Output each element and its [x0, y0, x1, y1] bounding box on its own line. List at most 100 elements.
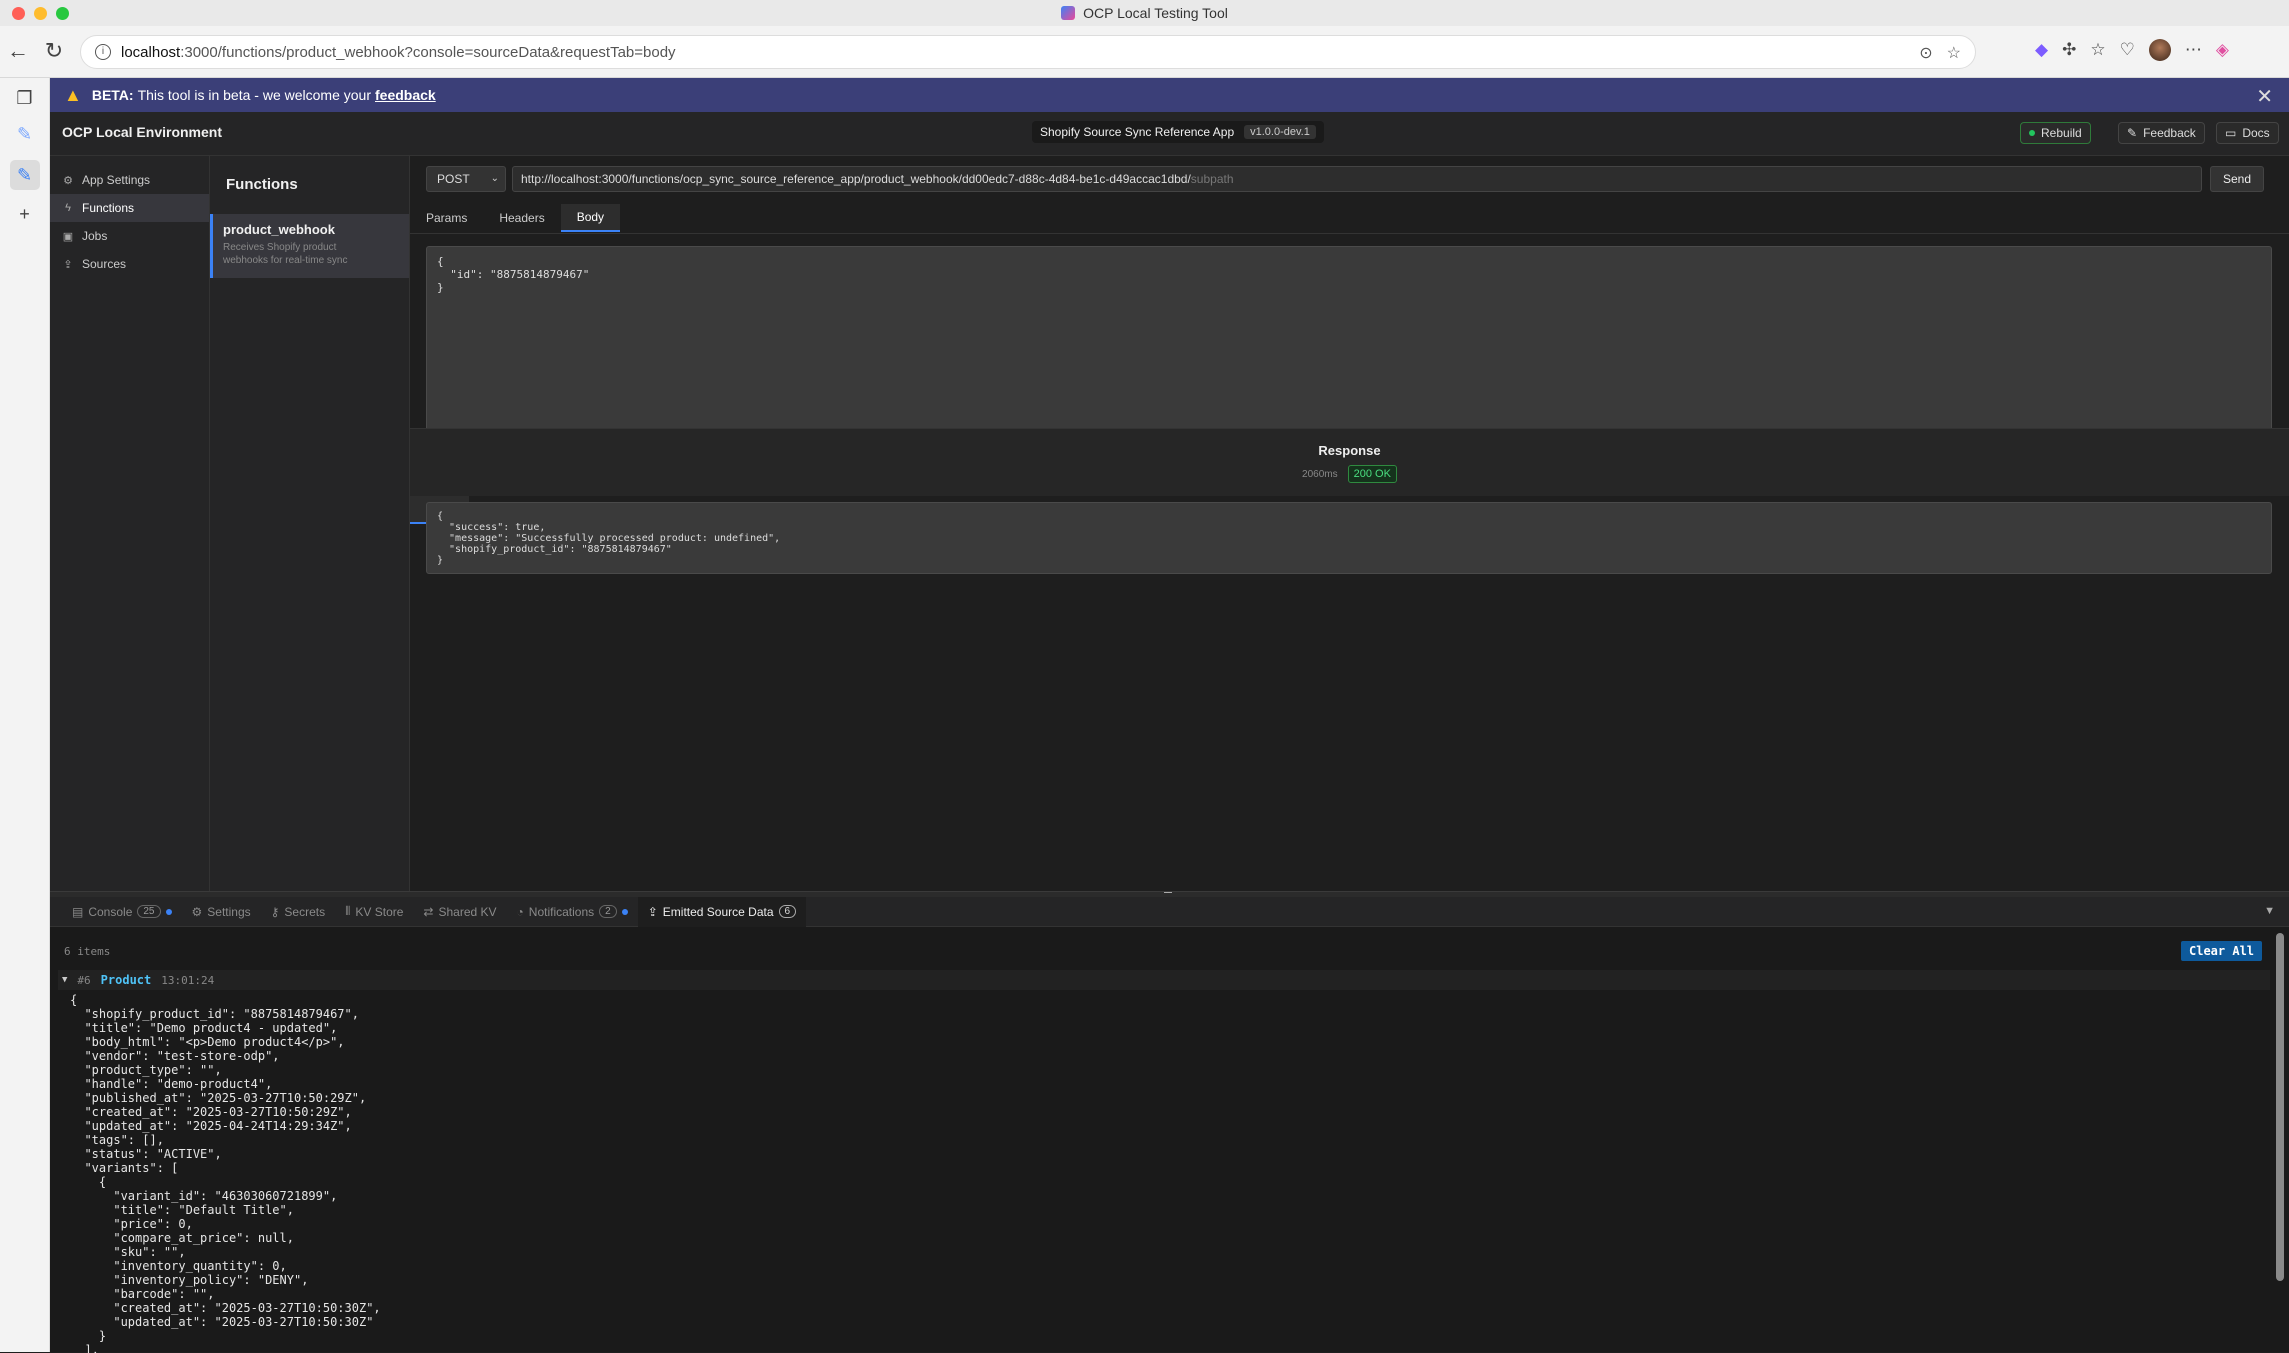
extension-icon[interactable]: ◆ — [2035, 40, 2048, 60]
upload-icon: ⇪ — [63, 258, 73, 271]
close-window-button[interactable] — [12, 7, 25, 20]
database-icon: ⦀ — [345, 904, 351, 918]
emitted-data-panel: 6 items Clear All ▼ #6 Product 13:01:24 … — [50, 927, 2289, 1353]
avatar[interactable] — [2148, 39, 2171, 61]
tab-shared-kv[interactable]: ⇄ Shared KV — [413, 897, 506, 927]
beta-banner: ▲ BETA: This tool is in beta - we welcom… — [50, 78, 2289, 112]
send-button[interactable]: Send — [2210, 166, 2264, 192]
key-icon: ⚷ — [270, 904, 280, 919]
status-dot-icon — [2029, 130, 2035, 136]
active-tab-favicon-icon[interactable]: ✎ — [9, 160, 40, 190]
browser-sidebar: ❐ ✎ ✎ + — [0, 78, 50, 1352]
response-duration: 2060ms — [1302, 468, 1338, 480]
entry-time: 13:01:24 — [161, 973, 215, 987]
sidebar-item-app-settings[interactable]: ⚙ App Settings — [50, 166, 209, 194]
entry-json: { "shopify_product_id": "8875814879467",… — [70, 993, 381, 1353]
functions-panel: Functions product_webhook Receives Shopi… — [210, 156, 410, 891]
entry-header[interactable]: ▼ #6 Product 13:01:24 — [58, 970, 2270, 990]
count-badge: 2 — [599, 905, 617, 918]
chevron-down-icon[interactable]: ▼ — [2264, 905, 2275, 917]
warning-icon: ▲ — [64, 84, 82, 105]
entry-kind: Product — [100, 973, 152, 987]
chevron-down-icon: ⌄ — [490, 173, 499, 184]
items-count: 6 items — [64, 945, 111, 958]
edit-icon: ✎ — [2127, 126, 2138, 140]
tab-notifications[interactable]: ◔ Notifications 2 — [507, 897, 638, 927]
response-summary: Response 2060ms 200 OK — [410, 428, 2289, 496]
copilot-icon[interactable]: ◈ — [2216, 40, 2229, 60]
tab-secrets[interactable]: ⚷ Secrets — [261, 897, 335, 927]
count-badge: 6 — [778, 905, 797, 918]
window-controls — [12, 7, 69, 20]
gear-icon: ⚙ — [63, 174, 73, 187]
tab-favicon-icon[interactable]: ✎ — [14, 124, 36, 146]
minimize-window-button[interactable] — [34, 7, 47, 20]
app-name-badge: Shopify Source Sync Reference App v1.0.0… — [1032, 121, 1324, 143]
address-bar[interactable]: i localhost:3000/functions/product_webho… — [80, 35, 1976, 69]
sidebar-nav: ⚙ App Settings ϟ Functions ▣ Jobs ⇪ Sour… — [50, 156, 210, 891]
version-badge: v1.0.0-dev.1 — [1244, 125, 1316, 139]
book-icon: ▭ — [2225, 126, 2237, 140]
feedback-button[interactable]: ✎ Feedback — [2118, 122, 2205, 144]
extension-icons: ◆ ✣ ☆ ♡ ⋯ ◈ — [2035, 39, 2229, 61]
sidebar-item-sources[interactable]: ⇪ Sources — [50, 250, 209, 278]
more-icon[interactable]: ⋯ — [2185, 40, 2202, 60]
tab-settings-console[interactable]: ⚙ Settings — [182, 897, 261, 927]
tab-console[interactable]: ▤ Console 25 — [62, 897, 182, 927]
tab-emitted-source-data[interactable]: ⇪ Emitted Source Data 6 — [637, 896, 807, 927]
window-titlebar: OCP Local Testing Tool — [0, 0, 2289, 26]
clear-all-button[interactable]: Clear All — [2181, 941, 2263, 961]
sidebar-item-jobs[interactable]: ▣ Jobs — [50, 222, 209, 250]
tab-headers[interactable]: Headers — [483, 204, 560, 232]
scrollbar[interactable] — [2276, 933, 2284, 1281]
favorites-icon[interactable]: ☆ — [2090, 40, 2105, 60]
browser-toolbar: ← ↻ i localhost:3000/functions/product_w… — [0, 26, 2289, 78]
count-badge: 25 — [137, 905, 161, 918]
address-bar-icons: ⊙ ☆ — [1919, 36, 1975, 70]
close-icon[interactable]: ✕ — [2256, 84, 2273, 109]
caret-down-icon[interactable]: ▼ — [62, 975, 67, 985]
rebuild-button[interactable]: Rebuild — [2020, 122, 2091, 144]
bolt-icon: ϟ — [65, 202, 71, 214]
window-title: OCP Local Testing Tool — [1061, 5, 1228, 21]
method-select[interactable]: POST ⌄ — [426, 166, 506, 192]
response-title: Response — [1318, 443, 1381, 458]
function-item-product-webhook[interactable]: product_webhook Receives Shopify product… — [210, 214, 409, 278]
console-tabs: ▤ Console 25 ⚙ Settings ⚷ Secrets ⦀ KV S… — [50, 896, 2289, 927]
unread-dot — [165, 908, 172, 915]
briefcase-icon: ▣ — [62, 230, 74, 243]
app-header: OCP Local Environment Shopify Source Syn… — [50, 112, 2289, 156]
response-body: { "success": true, "message": "Successfu… — [426, 502, 2272, 574]
tabs-icon[interactable]: ❐ — [14, 88, 36, 110]
request-tabs: Params Headers Body — [410, 204, 621, 232]
gear-icon: ⚙ — [191, 904, 203, 919]
upload-icon: ⇪ — [647, 904, 658, 919]
functions-title: Functions — [226, 176, 298, 193]
tabs-divider — [410, 233, 2289, 234]
tab-kv-store[interactable]: ⦀ KV Store — [335, 897, 413, 927]
request-url-input[interactable]: http://localhost:3000/functions/ocp_sync… — [512, 166, 2202, 192]
puzzle-icon[interactable]: ✣ — [2062, 40, 2076, 60]
bell-icon: ◔ — [516, 904, 524, 919]
back-arrow-icon[interactable]: ← — [6, 39, 30, 63]
info-icon[interactable]: i — [95, 44, 111, 60]
zoom-window-button[interactable] — [56, 7, 69, 20]
sidebar-item-functions[interactable]: ϟ Functions — [50, 194, 209, 222]
response-meta: 2060ms 200 OK — [410, 465, 2289, 483]
app-root: ▲ BETA: This tool is in beta - we welcom… — [50, 78, 2289, 1353]
feedback-link[interactable]: feedback — [375, 87, 436, 103]
tab-params[interactable]: Params — [410, 204, 483, 232]
status-badge: 200 OK — [1347, 465, 1397, 483]
unread-dot — [621, 908, 628, 915]
star-icon[interactable]: ☆ — [1947, 43, 1961, 63]
new-tab-icon[interactable]: + — [14, 204, 36, 226]
reader-icon[interactable]: ⊙ — [1919, 43, 1932, 63]
heart-pulse-icon[interactable]: ♡ — [2120, 40, 2135, 60]
console-icon: ▤ — [72, 904, 84, 919]
request-panel: POST ⌄ http://localhost:3000/functions/o… — [410, 156, 2289, 891]
app-brand: OCP Local Environment — [62, 124, 222, 140]
tab-body[interactable]: Body — [560, 204, 621, 232]
app-logo-icon — [1061, 6, 1076, 20]
docs-button[interactable]: ▭ Docs — [2216, 122, 2279, 144]
reload-icon[interactable]: ↻ — [42, 39, 66, 63]
